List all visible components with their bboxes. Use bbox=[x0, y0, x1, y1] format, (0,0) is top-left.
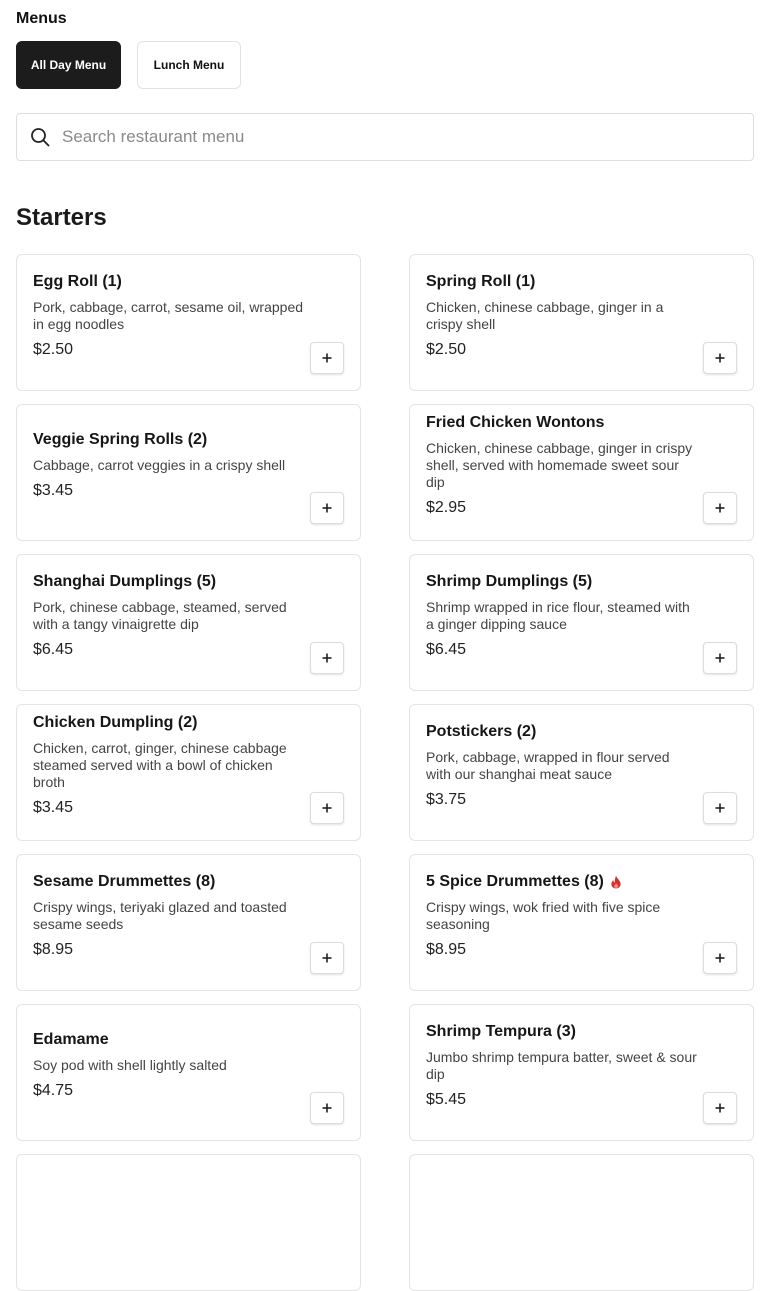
menu-item-price: $2.95 bbox=[426, 499, 467, 516]
menu-item-price: $3.75 bbox=[426, 790, 467, 808]
menu-item-card[interactable]: Potstickers (2) Pork, cabbage, wrapped in… bbox=[409, 704, 754, 841]
menu-item-price: $2.50 bbox=[33, 340, 74, 358]
plus-icon bbox=[321, 652, 333, 664]
add-item-button[interactable] bbox=[703, 1092, 737, 1124]
add-item-button[interactable] bbox=[703, 642, 737, 674]
menu-item-description: Jumbo shrimp tempura batter, sweet & sou… bbox=[426, 1048, 697, 1082]
menu-item-price: $3.45 bbox=[33, 799, 74, 816]
menu-item-card[interactable] bbox=[16, 1154, 361, 1291]
add-item-button[interactable] bbox=[310, 492, 344, 524]
menu-item-card[interactable]: 5 Spice Drummettes (8) Crispy wings, wok … bbox=[409, 854, 754, 991]
menu-item-name: Chicken Dumpling (2) bbox=[33, 713, 304, 733]
menus-label: Menus bbox=[16, 10, 67, 27]
tab-lunch-menu[interactable]: Lunch Menu bbox=[137, 41, 241, 89]
menu-item-name-text: Egg Roll (1) bbox=[33, 272, 122, 290]
menu-item-price: $2.50 bbox=[426, 340, 467, 358]
plus-icon bbox=[321, 1102, 333, 1114]
menu-item-name: Sesame Drummettes (8) bbox=[33, 872, 304, 892]
search-input[interactable] bbox=[60, 126, 753, 148]
menu-item-price: $8.95 bbox=[426, 940, 467, 958]
menu-item-name: Veggie Spring Rolls (2) bbox=[33, 430, 304, 450]
add-item-button[interactable] bbox=[703, 492, 737, 524]
menu-item-name: Egg Roll (1) bbox=[33, 272, 304, 292]
menu-item-name-text: Shrimp Dumplings (5) bbox=[426, 572, 593, 590]
menu-item-description: Chicken, chinese cabbage, ginger in a cr… bbox=[426, 298, 664, 332]
menu-item-name: Potstickers (2) bbox=[426, 722, 697, 742]
add-item-button[interactable] bbox=[310, 792, 344, 824]
menu-item-name: 5 Spice Drummettes (8) bbox=[426, 872, 697, 892]
menu-item-card[interactable]: Chicken Dumpling (2) Chicken, carrot, gin… bbox=[16, 704, 361, 841]
menu-item-card[interactable]: Sesame Drummettes (8) Crispy wings, teriy… bbox=[16, 854, 361, 991]
menu-item-description: Shrimp wrapped in rice flour, steamed wi… bbox=[426, 598, 690, 632]
menu-item-price: $8.95 bbox=[33, 940, 74, 958]
add-item-button[interactable] bbox=[310, 942, 344, 974]
menu-item-price: $3.45 bbox=[33, 482, 74, 499]
plus-icon bbox=[321, 802, 333, 814]
plus-icon bbox=[321, 502, 333, 514]
plus-icon bbox=[714, 652, 726, 664]
menu-item-description: Pork, cabbage, wrapped in flour served w… bbox=[426, 748, 670, 782]
menu-item-name: Spring Roll (1) bbox=[426, 272, 697, 292]
menu-item-card[interactable]: Shanghai Dumplings (5) Pork, chinese cabb… bbox=[16, 554, 361, 691]
menu-item-description: Crispy wings, teriyaki glazed and toaste… bbox=[33, 898, 287, 932]
menu-item-name: Fried Chicken Wontons bbox=[426, 413, 697, 433]
plus-icon bbox=[714, 802, 726, 814]
add-item-button[interactable] bbox=[703, 792, 737, 824]
menu-item-name-text: Shrimp Tempura (3) bbox=[426, 1022, 576, 1040]
plus-icon bbox=[714, 352, 726, 364]
menu-item-name-text: Veggie Spring Rolls (2) bbox=[33, 431, 208, 448]
add-item-button[interactable] bbox=[310, 1092, 344, 1124]
menu-item-card[interactable]: Edamame Soy pod with shell lightly salted… bbox=[16, 1004, 361, 1141]
menu-item-name: Shrimp Tempura (3) bbox=[426, 1022, 697, 1042]
menu-item-name-text: Sesame Drummettes (8) bbox=[33, 872, 216, 890]
menu-item-price: $5.45 bbox=[426, 1090, 467, 1108]
menu-item-name: Shrimp Dumplings (5) bbox=[426, 572, 697, 592]
plus-icon bbox=[321, 952, 333, 964]
menu-item-price: $6.45 bbox=[426, 640, 467, 658]
add-item-button[interactable] bbox=[703, 942, 737, 974]
menu-item-name-text: Chicken Dumpling (2) bbox=[33, 714, 198, 731]
menu-item-description: Pork, cabbage, carrot, sesame oil, wrapp… bbox=[33, 298, 304, 332]
menu-tabs: All Day Menu Lunch Menu bbox=[16, 41, 241, 89]
menu-item-description: Crispy wings, wok fried with five spice … bbox=[426, 898, 661, 932]
search-bar bbox=[16, 113, 754, 161]
add-item-button[interactable] bbox=[310, 642, 344, 674]
menu-items-grid: Egg Roll (1) Pork, cabbage, carrot, sesam… bbox=[16, 254, 754, 1291]
add-item-button[interactable] bbox=[703, 342, 737, 374]
menu-item-name-text: Spring Roll (1) bbox=[426, 272, 536, 290]
plus-icon bbox=[714, 1102, 726, 1114]
add-item-button[interactable] bbox=[310, 342, 344, 374]
menu-item-name: Edamame bbox=[33, 1030, 304, 1050]
menu-item-price: $6.45 bbox=[33, 640, 74, 658]
menu-item-card[interactable]: Shrimp Dumplings (5) Shrimp wrapped in ri… bbox=[409, 554, 754, 691]
menu-item-price: $4.75 bbox=[33, 1082, 74, 1099]
plus-icon bbox=[714, 502, 726, 514]
menu-item-description: Chicken, carrot, ginger, chinese cabbage… bbox=[33, 740, 287, 790]
menu-item-name-text: 5 Spice Drummettes (8) bbox=[426, 872, 604, 890]
menu-item-description: Soy pod with shell lightly salted bbox=[33, 1057, 227, 1073]
search-icon bbox=[30, 127, 50, 147]
tab-all-day-menu[interactable]: All Day Menu bbox=[16, 41, 121, 89]
menu-item-card[interactable]: Fried Chicken Wontons Chicken, chinese ca… bbox=[409, 404, 754, 541]
menu-item-name-text: Edamame bbox=[33, 1031, 109, 1048]
menu-item-card[interactable]: Egg Roll (1) Pork, cabbage, carrot, sesam… bbox=[16, 254, 361, 391]
menu-item-description: Cabbage, carrot veggies in a crispy shel… bbox=[33, 457, 286, 473]
menu-item-card[interactable]: Spring Roll (1) Chicken, chinese cabbage,… bbox=[409, 254, 754, 391]
menu-item-card[interactable] bbox=[409, 1154, 754, 1291]
flame-icon bbox=[610, 875, 622, 889]
menu-item-card[interactable]: Veggie Spring Rolls (2) Cabbage, carrot v… bbox=[16, 404, 361, 541]
menu-item-card[interactable]: Shrimp Tempura (3) Jumbo shrimp tempura b… bbox=[409, 1004, 754, 1141]
plus-icon bbox=[714, 952, 726, 964]
menu-item-name-text: Fried Chicken Wontons bbox=[426, 414, 605, 431]
plus-icon bbox=[321, 352, 333, 364]
menu-item-name-text: Potstickers (2) bbox=[426, 722, 537, 740]
menu-item-name-text: Shanghai Dumplings (5) bbox=[33, 572, 217, 590]
section-title-starters: Starters bbox=[16, 204, 107, 231]
menu-item-name: Shanghai Dumplings (5) bbox=[33, 572, 304, 592]
menu-item-description: Pork, chinese cabbage, steamed, served w… bbox=[33, 598, 287, 632]
menu-item-description: Chicken, chinese cabbage, ginger in cris… bbox=[426, 440, 693, 490]
